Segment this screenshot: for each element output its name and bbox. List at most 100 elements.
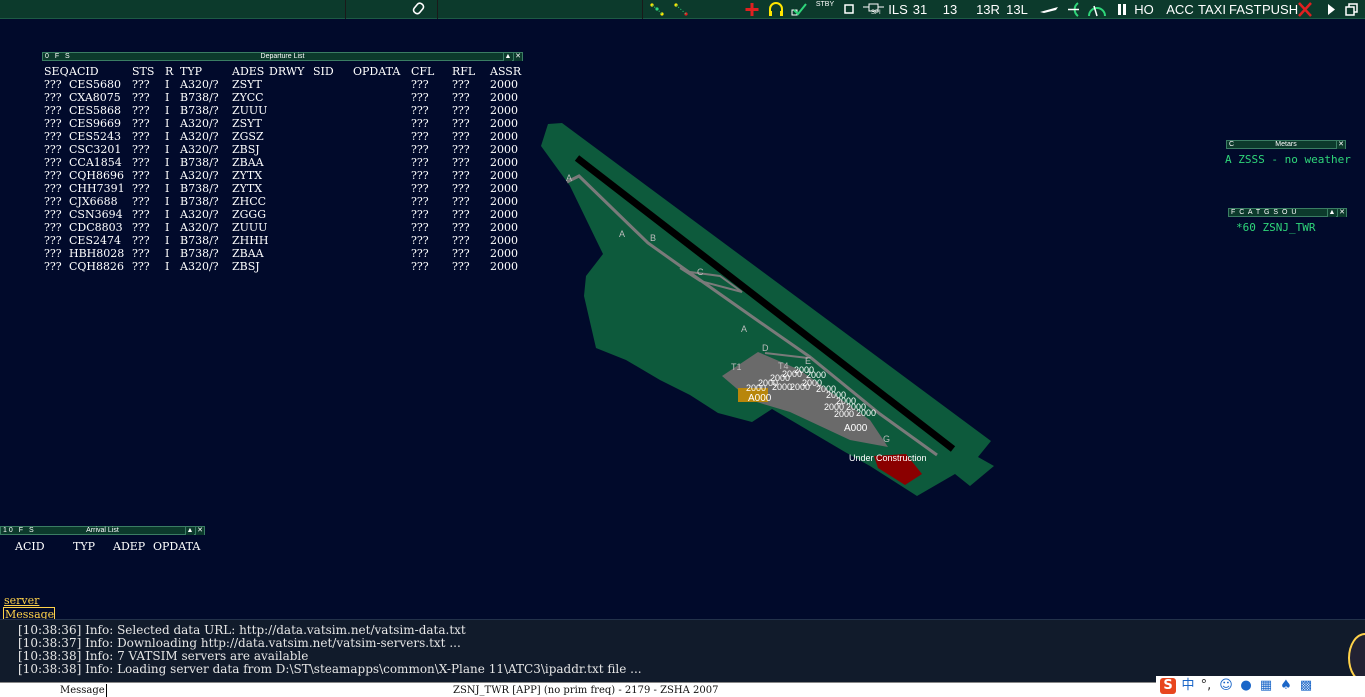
column-header[interactable]: OPDATA (153, 540, 200, 553)
departure-cell[interactable]: ??? (44, 91, 62, 104)
departure-cell[interactable]: 2000 (490, 156, 518, 169)
departure-cell[interactable]: ??? (452, 260, 470, 273)
stand-number-label[interactable]: 2000 (856, 408, 876, 418)
departure-cell[interactable]: I (165, 182, 169, 195)
departure-cell[interactable]: CES5868 (69, 104, 121, 117)
departure-cell[interactable]: ??? (132, 208, 150, 221)
departure-cell[interactable]: ZYCC (232, 91, 264, 104)
departure-cell[interactable]: I (165, 169, 169, 182)
departure-row[interactable]: ??? CXA8075??? I B738/? ZYCC?????? 2000 (44, 91, 524, 104)
aircraft-tag[interactable]: A000 (748, 393, 772, 404)
column-header[interactable]: R (165, 65, 173, 78)
departure-cell[interactable]: ??? (452, 104, 470, 117)
column-header[interactable]: ADEP (113, 540, 145, 553)
column-header[interactable]: SID (313, 65, 334, 78)
departure-cell[interactable]: CQH8826 (69, 260, 124, 273)
departure-cell[interactable]: ??? (411, 260, 429, 273)
departure-cell[interactable]: ZSYT (232, 117, 262, 130)
departure-cell[interactable]: ??? (132, 247, 150, 260)
departure-cell[interactable]: I (165, 247, 169, 260)
departure-cell[interactable]: B738/? (180, 195, 219, 208)
departure-cell[interactable]: ??? (44, 156, 62, 169)
departure-cell[interactable]: ZYTX (232, 182, 262, 195)
departure-cell[interactable]: 2000 (490, 143, 518, 156)
departure-cell[interactable]: A320/? (180, 260, 219, 273)
departure-cell[interactable]: ??? (132, 182, 150, 195)
departure-cell[interactable]: B738/? (180, 104, 219, 117)
departure-cell[interactable]: CES5680 (69, 78, 121, 91)
departure-cell[interactable]: CSC3201 (69, 143, 121, 156)
departure-row[interactable]: ??? CES5680??? I A320/? ZSYT?????? 2000 (44, 78, 524, 91)
departure-cell[interactable]: ??? (132, 156, 150, 169)
departure-row[interactable]: ??? CHH7391??? I B738/? ZYTX?????? 2000 (44, 182, 524, 195)
departure-cell[interactable]: ZYTX (232, 169, 262, 182)
departure-cell[interactable]: ??? (411, 104, 429, 117)
departure-cell[interactable]: ??? (452, 91, 470, 104)
departure-cell[interactable]: CES2474 (69, 234, 121, 247)
departure-cell[interactable]: ??? (44, 143, 62, 156)
departure-cell[interactable]: CES5243 (69, 130, 121, 143)
departure-cell[interactable]: 2000 (490, 195, 518, 208)
departure-cell[interactable]: ??? (452, 78, 470, 91)
departure-cell[interactable]: I (165, 78, 169, 91)
departure-cell[interactable]: ??? (452, 156, 470, 169)
departure-cell[interactable]: B738/? (180, 247, 219, 260)
departure-cell[interactable]: 2000 (490, 208, 518, 221)
minimize-icon[interactable]: ▲ (1327, 209, 1336, 217)
departure-cell[interactable]: ??? (44, 104, 62, 117)
departure-row[interactable]: ??? CES5243??? I A320/? ZGSZ?????? 2000 (44, 130, 524, 143)
departure-cell[interactable]: ??? (452, 117, 470, 130)
departure-cell[interactable]: 2000 (490, 104, 518, 117)
departure-cell[interactable]: CXA8075 (69, 91, 121, 104)
departure-cell[interactable]: ??? (452, 234, 470, 247)
departure-cell[interactable]: ??? (452, 247, 470, 260)
departure-cell[interactable]: ??? (132, 221, 150, 234)
departure-cell[interactable]: I (165, 130, 169, 143)
departure-row[interactable]: ??? CQH8826??? I A320/? ZBSJ?????? 2000 (44, 260, 524, 273)
departure-cell[interactable]: A320/? (180, 221, 219, 234)
emoji-icon[interactable]: ☺ (1218, 678, 1234, 694)
departure-cell[interactable]: ??? (44, 195, 62, 208)
departure-cell[interactable]: ??? (411, 156, 429, 169)
departure-cell[interactable]: I (165, 221, 169, 234)
departure-cell[interactable]: ??? (411, 91, 429, 104)
departure-cell[interactable]: ??? (132, 260, 150, 273)
departure-cell[interactable]: ??? (411, 78, 429, 91)
departure-cell[interactable]: ZUUU (232, 104, 267, 117)
arrival-list-header[interactable]: 10 F S Arrival List ▲ ✕ (0, 526, 205, 535)
departure-row[interactable]: ??? CSC3201??? I A320/? ZBSJ?????? 2000 (44, 143, 524, 156)
departure-cell[interactable]: CDC8803 (69, 221, 123, 234)
departure-cell[interactable]: ZGGG (232, 208, 266, 221)
departure-cell[interactable]: 2000 (490, 234, 518, 247)
sogou-logo-icon[interactable]: S (1160, 678, 1176, 694)
column-header[interactable]: OPDATA (353, 65, 400, 78)
departure-cell[interactable]: I (165, 91, 169, 104)
departure-cell[interactable]: ??? (44, 130, 62, 143)
departure-cell[interactable]: ZHHH (232, 234, 268, 247)
departure-cell[interactable]: ??? (132, 117, 150, 130)
departure-cell[interactable]: 2000 (490, 260, 518, 273)
departure-cell[interactable]: ??? (411, 169, 429, 182)
departure-cell[interactable]: ??? (452, 208, 470, 221)
departure-cell[interactable]: 2000 (490, 91, 518, 104)
departure-row[interactable]: ??? CES9669??? I A320/? ZSYT?????? 2000 (44, 117, 524, 130)
departure-cell[interactable]: ZBSJ (232, 260, 260, 273)
departure-cell[interactable]: CQH8696 (69, 169, 124, 182)
departure-cell[interactable]: ??? (452, 182, 470, 195)
close-icon[interactable]: ✕ (195, 527, 204, 535)
column-header[interactable]: DRWY (269, 65, 304, 78)
departure-cell[interactable]: ??? (132, 143, 150, 156)
departure-cell[interactable]: A320/? (180, 143, 219, 156)
departure-cell[interactable]: ??? (132, 91, 150, 104)
column-header[interactable]: ASSR (490, 65, 521, 78)
departure-cell[interactable]: ??? (132, 130, 150, 143)
departure-cell[interactable]: ??? (44, 117, 62, 130)
close-icon[interactable]: ✕ (513, 53, 522, 61)
departure-cell[interactable]: ??? (411, 117, 429, 130)
departure-row[interactable]: ??? CQH8696??? I A320/? ZYTX?????? 2000 (44, 169, 524, 182)
departure-cell[interactable]: ??? (132, 169, 150, 182)
departure-cell[interactable]: ??? (411, 208, 429, 221)
departure-cell[interactable]: ZSYT (232, 78, 262, 91)
column-header[interactable]: TYP (180, 65, 202, 78)
departure-cell[interactable]: I (165, 234, 169, 247)
